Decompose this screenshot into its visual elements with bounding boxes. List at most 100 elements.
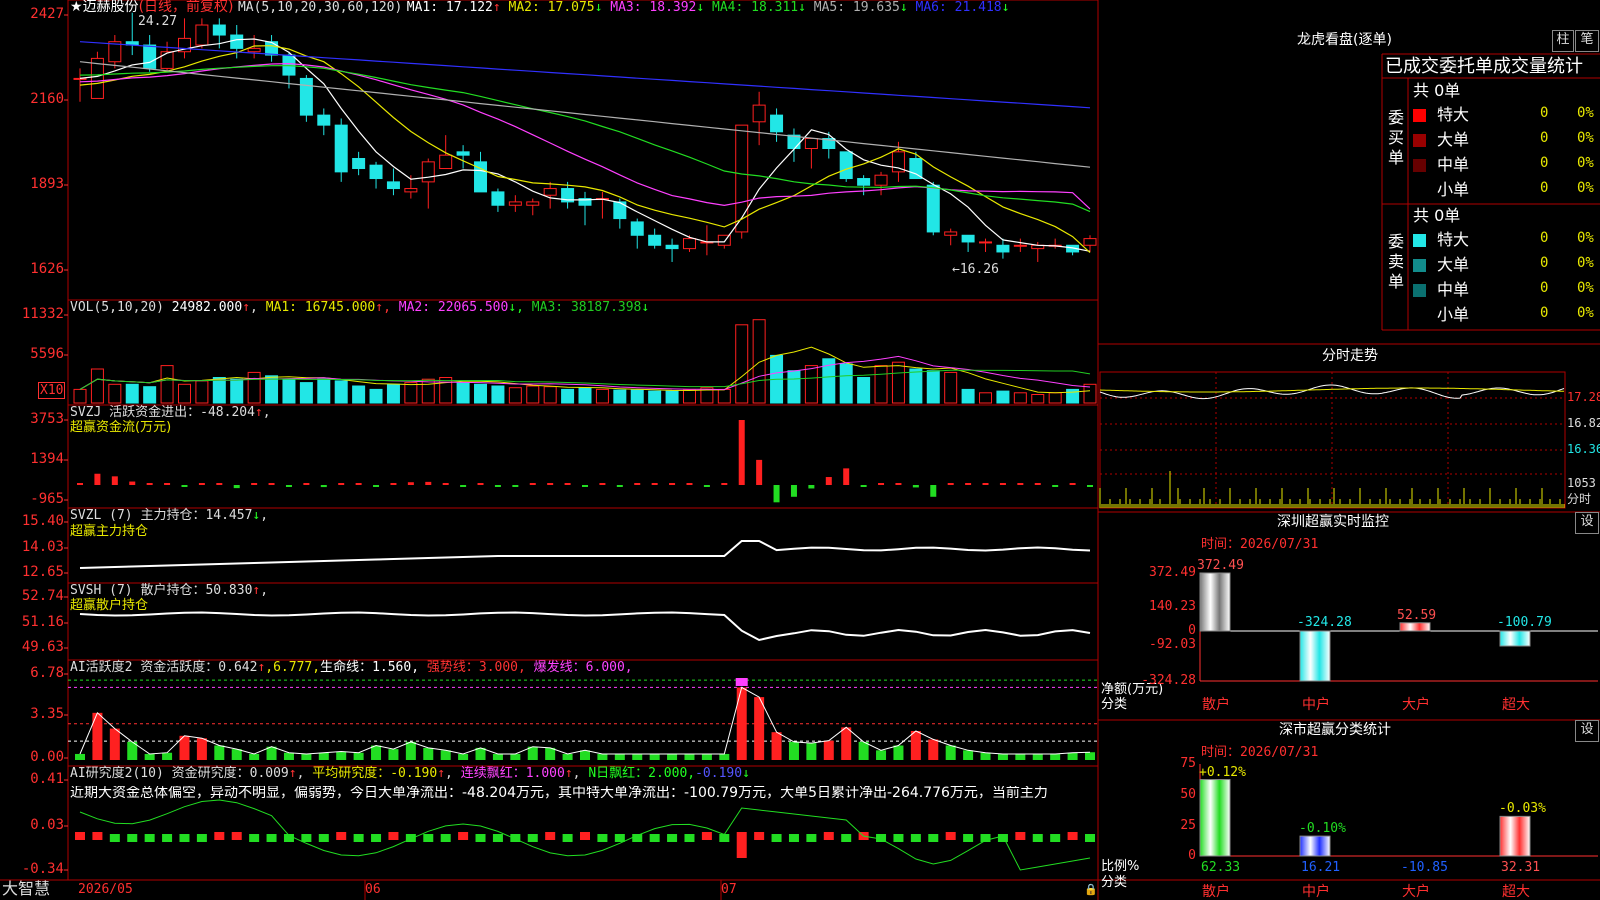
szc-bar-0 [1199,779,1231,857]
candle-body-8 [212,24,226,36]
candle-body-16 [352,158,366,170]
candle-body-17 [369,164,383,180]
sz-class-settings-button[interactable]: 设 [1575,720,1599,742]
svzj-bar-17 [373,485,380,487]
vol-bar-44 [839,363,853,404]
lhb-tick-button[interactable]: 笔 [1575,30,1599,52]
ai2-bar-0 [75,832,85,840]
app-logo[interactable]: 大智慧 [2,880,50,898]
ai2-bar-1 [92,832,103,840]
szc-pct-0: +0.12% [1199,764,1246,780]
main-y-0: 2427 [30,6,64,22]
svzj-bar-27 [547,483,554,485]
svzj-bar-14 [320,485,327,488]
candle-body-35 [682,238,696,250]
ai1-bar-31 [614,753,625,760]
ai1-bar-52 [980,752,991,760]
main-chart-canvas[interactable] [0,0,1600,900]
buy-label-0: 特大 [1437,105,1470,124]
candle-body-9 [230,34,244,49]
lock-icon[interactable]: 🔒 [1084,882,1098,897]
svzj-bar-4 [146,483,153,485]
ai2-bar-37 [719,834,730,842]
ma-line-ma6 [79,41,1091,109]
szm-y-0: 372.49 [1149,565,1196,580]
vol-bar-23 [474,383,488,404]
intraday-y-1: 17.28 [1567,390,1600,404]
vol-bar-53 [996,390,1010,404]
ai1-bar-30 [597,753,608,760]
sz-class-title: 深市超赢分类统计 [1279,722,1391,738]
svzj-bar-6 [181,485,188,487]
szm-cat-0: 散户 [1202,697,1230,713]
ai-research-header: AI研究度2(10) 资金研究度：0.009↑, 平均研究度：-0.190↑, … [70,766,750,781]
ai2-bar-57 [1067,832,1078,840]
vol-bar-22 [456,382,470,404]
ma-item-3: MA3: 18.392 [602,0,697,15]
ai2-bar-6 [179,834,190,842]
szc-val-1: 16.21 [1301,860,1341,875]
svzj-bar-2 [111,476,118,485]
ai2-bar-8 [214,832,225,840]
ma-item-4: MA4: 18.311 [704,0,799,15]
svzj-bar-39 [756,459,763,485]
svzj-bar-0 [77,483,83,485]
ai1-bar-20 [423,747,434,760]
candle-body-50 [944,231,958,236]
ai1-bar-23 [475,747,486,760]
vol-bar-19 [404,382,418,404]
ai1-bar-2 [109,728,120,760]
candle-body-0 [73,77,87,80]
ai1-bar-34 [667,753,678,760]
ai1-bar-5 [162,752,173,760]
vol-bar-18 [386,383,400,404]
vol-bar-8 [212,377,226,404]
ai1-bar-35 [684,753,695,760]
ai1-bar-28 [562,753,573,760]
candle-body-19 [404,188,418,193]
buy-swatch-2 [1413,159,1426,172]
candle-body-26 [526,201,540,206]
candle-body-21 [439,154,453,170]
svzj-bar-11 [268,483,275,485]
ai1-bar-18 [388,749,399,760]
lhb-bar-button[interactable]: 柱 [1552,30,1574,52]
svzj-bar-10 [251,483,258,485]
ai1-bar-55 [1032,753,1043,760]
ma-values: MA1: 17.122↑ MA2: 17.075 ↓ MA3: 18.392 ↓ M… [407,0,1010,15]
svzl-subtitle: 超赢主力持仓 [70,524,149,539]
svzj-bar-42 [808,485,815,489]
favorite-star-icon[interactable]: ★ [70,0,83,15]
sz-monitor-settings-button[interactable]: 设 [1575,512,1599,534]
sell-count-3: 0 [1540,305,1549,321]
candle-body-25 [508,201,522,206]
ai1-bar-56 [1050,753,1061,760]
svzj-bar-43 [825,477,832,485]
sell-swatch-0 [1413,234,1426,247]
ai1-bar-44 [841,727,852,760]
svzj-bar-3 [129,481,136,485]
intraday-title: 分时走势 [1322,348,1378,364]
ma-item-2: MA2: 17.075 [500,0,595,15]
ai2-bar-51 [963,834,974,842]
vol-ma-2: MA2: 22065.500 [390,300,509,315]
ai1-bar-42 [806,743,817,760]
buy-pct-2: 0% [1577,155,1594,171]
svzj-bar-51 [965,483,972,485]
ai2-bar-26 [527,834,538,842]
szm-bar-2 [1399,622,1431,632]
period-mode[interactable]: (日线，前复权) [139,0,234,15]
stock-name[interactable]: 迈赫股份 [83,0,139,15]
ai-activity-header: AI活跃度2 资金活跃度：0.642↑,6.777,生命线：1.560, 强势线… [70,660,633,675]
ma-arrow-6: ↓ [1001,0,1010,15]
candle-body-58 [1083,238,1097,246]
svzl-y-2: 12.65 [21,564,64,580]
ai2-bar-21 [440,834,451,842]
vol-bar-17 [369,388,383,404]
candle-body-22 [456,151,470,156]
pane-frame-0 [67,0,1099,301]
vol-bar-33 [648,390,662,404]
ai1-bar-51 [963,750,974,760]
svsh-line [79,611,1091,642]
vol-bar-34 [665,390,679,404]
